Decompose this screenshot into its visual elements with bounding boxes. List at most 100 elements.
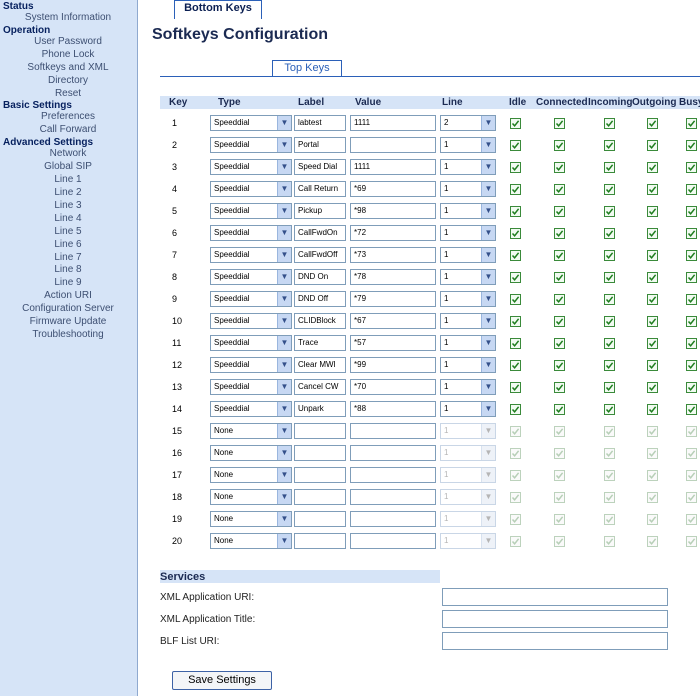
busy-checkbox[interactable] <box>686 250 697 261</box>
label-input[interactable] <box>294 511 346 527</box>
outgoing-checkbox[interactable] <box>647 426 658 437</box>
outgoing-checkbox[interactable] <box>647 536 658 547</box>
busy-checkbox[interactable] <box>686 228 697 239</box>
type-select[interactable]: None ▼ <box>210 533 292 549</box>
type-select[interactable]: Speeddial ▼ <box>210 357 292 373</box>
label-input[interactable] <box>294 489 346 505</box>
line-select[interactable]: 1 ▼ <box>440 159 496 175</box>
outgoing-checkbox[interactable] <box>647 448 658 459</box>
incoming-checkbox[interactable] <box>604 448 615 459</box>
incoming-checkbox[interactable] <box>604 162 615 173</box>
line-select[interactable]: 1 ▼ <box>440 489 496 505</box>
busy-checkbox[interactable] <box>686 272 697 283</box>
sidebar-item-firmware-update[interactable]: Firmware Update <box>0 316 124 329</box>
connected-checkbox[interactable] <box>554 360 565 371</box>
busy-checkbox[interactable] <box>686 206 697 217</box>
outgoing-checkbox[interactable] <box>647 514 658 525</box>
connected-checkbox[interactable] <box>554 316 565 327</box>
sidebar-item-action-uri[interactable]: Action URI <box>0 290 124 303</box>
type-select[interactable]: None ▼ <box>210 489 292 505</box>
connected-checkbox[interactable] <box>554 294 565 305</box>
value-input[interactable]: *79 <box>350 291 436 307</box>
line-select[interactable]: 1 ▼ <box>440 533 496 549</box>
line-select[interactable]: 1 ▼ <box>440 511 496 527</box>
idle-checkbox[interactable] <box>510 250 521 261</box>
value-input[interactable]: *88 <box>350 401 436 417</box>
incoming-checkbox[interactable] <box>604 206 615 217</box>
blf-list-uri-input[interactable] <box>442 632 668 650</box>
type-select[interactable]: Speeddial ▼ <box>210 269 292 285</box>
type-select[interactable]: None ▼ <box>210 467 292 483</box>
sidebar-item-troubleshooting[interactable]: Troubleshooting <box>0 329 124 342</box>
label-input[interactable]: Unpark <box>294 401 346 417</box>
type-select[interactable]: Speeddial ▼ <box>210 291 292 307</box>
idle-checkbox[interactable] <box>510 162 521 173</box>
line-select[interactable]: 1 ▼ <box>440 269 496 285</box>
sidebar-item-line-9[interactable]: Line 9 <box>0 277 124 290</box>
sidebar-item-call-forward[interactable]: Call Forward <box>0 124 124 137</box>
sidebar-item-line-1[interactable]: Line 1 <box>0 174 124 187</box>
sidebar-item-line-8[interactable]: Line 8 <box>0 264 124 277</box>
outgoing-checkbox[interactable] <box>647 316 658 327</box>
sidebar-item-system-information[interactable]: System Information <box>0 12 124 25</box>
connected-checkbox[interactable] <box>554 536 565 547</box>
incoming-checkbox[interactable] <box>604 360 615 371</box>
busy-checkbox[interactable] <box>686 338 697 349</box>
type-select[interactable]: Speeddial ▼ <box>210 225 292 241</box>
line-select[interactable]: 1 ▼ <box>440 335 496 351</box>
label-input[interactable]: Clear MWI <box>294 357 346 373</box>
line-select[interactable]: 1 ▼ <box>440 181 496 197</box>
type-select[interactable]: Speeddial ▼ <box>210 159 292 175</box>
outgoing-checkbox[interactable] <box>647 272 658 283</box>
xml-app-title-input[interactable] <box>442 610 668 628</box>
busy-checkbox[interactable] <box>686 514 697 525</box>
type-select[interactable]: Speeddial ▼ <box>210 115 292 131</box>
sidebar-section-operation[interactable]: Operation <box>0 25 137 36</box>
label-input[interactable]: Cancel CW <box>294 379 346 395</box>
sidebar-section-advanced-settings[interactable]: Advanced Settings <box>0 137 137 148</box>
value-input[interactable] <box>350 423 436 439</box>
idle-checkbox[interactable] <box>510 184 521 195</box>
sidebar-item-directory[interactable]: Directory <box>0 75 124 88</box>
incoming-checkbox[interactable] <box>604 118 615 129</box>
type-select[interactable]: Speeddial ▼ <box>210 313 292 329</box>
connected-checkbox[interactable] <box>554 140 565 151</box>
sidebar-item-line-2[interactable]: Line 2 <box>0 187 124 200</box>
connected-checkbox[interactable] <box>554 514 565 525</box>
outgoing-checkbox[interactable] <box>647 382 658 393</box>
busy-checkbox[interactable] <box>686 360 697 371</box>
connected-checkbox[interactable] <box>554 492 565 503</box>
value-input[interactable]: *67 <box>350 313 436 329</box>
incoming-checkbox[interactable] <box>604 536 615 547</box>
value-input[interactable] <box>350 489 436 505</box>
incoming-checkbox[interactable] <box>604 470 615 481</box>
connected-checkbox[interactable] <box>554 404 565 415</box>
idle-checkbox[interactable] <box>510 470 521 481</box>
sidebar-section-status[interactable]: Status <box>0 1 137 12</box>
incoming-checkbox[interactable] <box>604 514 615 525</box>
busy-checkbox[interactable] <box>686 492 697 503</box>
label-input[interactable] <box>294 423 346 439</box>
outgoing-checkbox[interactable] <box>647 492 658 503</box>
busy-checkbox[interactable] <box>686 184 697 195</box>
type-select[interactable]: None ▼ <box>210 445 292 461</box>
label-input[interactable]: DND On <box>294 269 346 285</box>
outgoing-checkbox[interactable] <box>647 250 658 261</box>
value-input[interactable] <box>350 445 436 461</box>
label-input[interactable]: Portal <box>294 137 346 153</box>
incoming-checkbox[interactable] <box>604 294 615 305</box>
line-select[interactable]: 1 ▼ <box>440 137 496 153</box>
sidebar-item-user-password[interactable]: User Password <box>0 36 124 49</box>
sidebar-item-global-sip[interactable]: Global SIP <box>0 161 124 174</box>
value-input[interactable]: *57 <box>350 335 436 351</box>
idle-checkbox[interactable] <box>510 360 521 371</box>
outgoing-checkbox[interactable] <box>647 118 658 129</box>
line-select[interactable]: 1 ▼ <box>440 445 496 461</box>
connected-checkbox[interactable] <box>554 338 565 349</box>
label-input[interactable]: CallFwdOn <box>294 225 346 241</box>
value-input[interactable]: 1111 <box>350 159 436 175</box>
busy-checkbox[interactable] <box>686 118 697 129</box>
connected-checkbox[interactable] <box>554 448 565 459</box>
value-input[interactable]: 1111 <box>350 115 436 131</box>
idle-checkbox[interactable] <box>510 118 521 129</box>
